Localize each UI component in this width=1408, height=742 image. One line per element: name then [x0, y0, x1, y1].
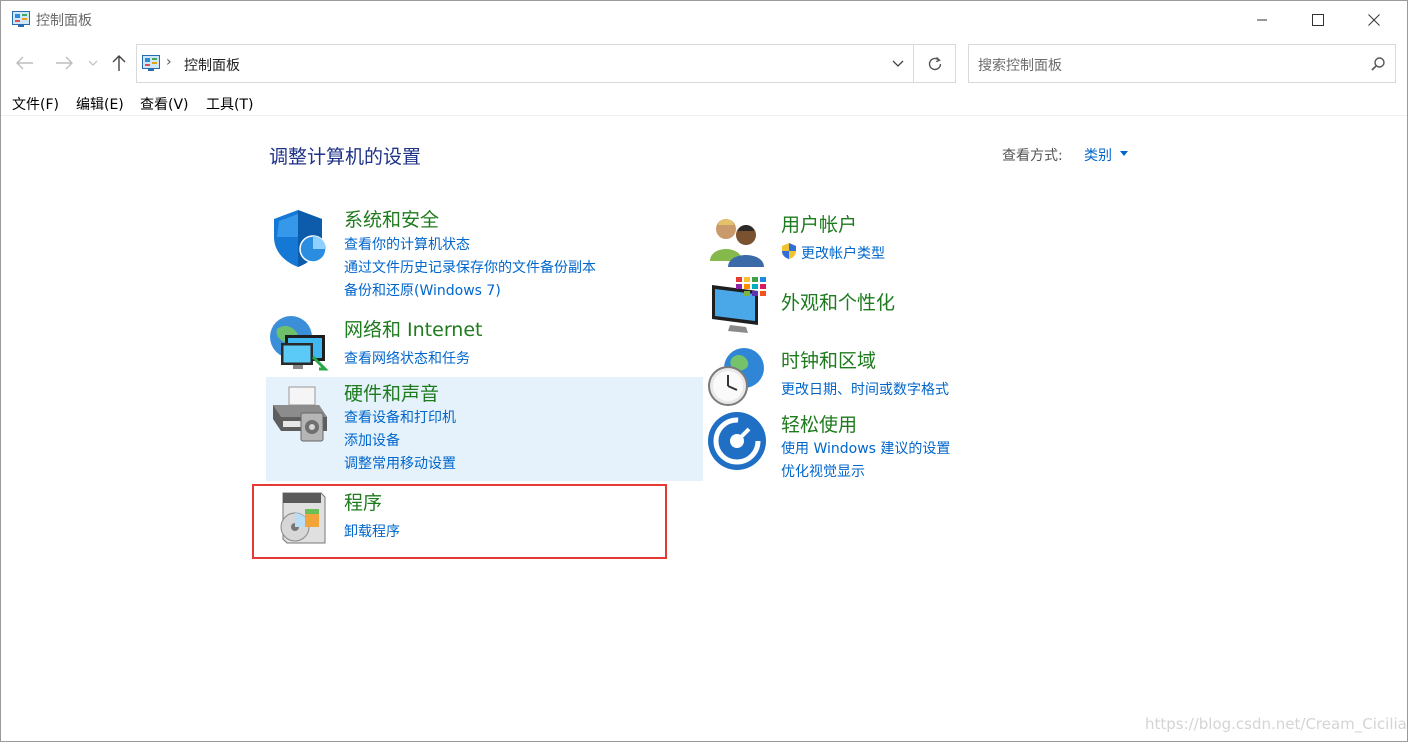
page-title: 调整计算机的设置 [269, 146, 422, 168]
link-change-date-time-format[interactable]: 更改日期、时间或数字格式 [781, 379, 949, 399]
link-network-status[interactable]: 查看网络状态和任务 [344, 348, 470, 368]
arrow-up-icon [112, 55, 126, 71]
ease-of-access-icon[interactable] [706, 410, 768, 472]
window-title: 控制面板 [36, 13, 92, 29]
maximize-icon [1312, 14, 1324, 26]
forward-button[interactable] [52, 51, 76, 75]
close-icon [1368, 14, 1380, 26]
link-view-computer-status[interactable]: 查看你的计算机状态 [344, 234, 470, 254]
control-panel-icon [12, 11, 30, 27]
search-placeholder: 搜索控制面板 [978, 58, 1062, 74]
clock-icon[interactable] [706, 346, 768, 408]
category-ease-of-access[interactable]: 轻松使用 [781, 410, 857, 437]
address-dropdown-button[interactable] [883, 45, 913, 82]
uac-shield-icon [782, 243, 796, 259]
link-mobility-settings[interactable]: 调整常用移动设置 [344, 453, 456, 473]
close-button[interactable] [1351, 1, 1397, 39]
breadcrumb-separator-icon[interactable]: › [166, 54, 172, 70]
printer-icon[interactable] [267, 383, 329, 445]
search-icon[interactable] [1367, 53, 1389, 75]
breadcrumb-control-panel[interactable]: 控制面板 [184, 55, 240, 75]
category-hardware-sound[interactable]: 硬件和声音 [344, 379, 439, 406]
shield-icon[interactable] [267, 207, 329, 269]
refresh-icon [928, 56, 942, 70]
link-change-account-type[interactable]: 更改帐户类型 [801, 243, 885, 263]
address-bar[interactable]: › 控制面板 [136, 44, 956, 83]
chevron-down-icon [892, 60, 904, 67]
recent-locations-button[interactable] [84, 51, 102, 75]
category-user-accounts[interactable]: 用户帐户 [781, 210, 857, 237]
view-by-label: 查看方式: [1002, 148, 1063, 164]
category-clock-region[interactable]: 时钟和区域 [781, 346, 876, 373]
link-devices-printers[interactable]: 查看设备和打印机 [344, 407, 456, 427]
menu-divider [1, 115, 1407, 116]
link-file-history[interactable]: 通过文件历史记录保存你的文件备份副本 [344, 257, 596, 277]
search-input[interactable]: 搜索控制面板 [968, 44, 1396, 83]
chevron-down-icon [88, 60, 98, 66]
caret-down-icon[interactable] [1120, 151, 1128, 156]
refresh-button[interactable] [914, 45, 956, 82]
hardware-category-hover [266, 377, 703, 481]
minimize-icon [1257, 19, 1267, 21]
watermark: https://blog.csdn.net/Cream_Cicilian [1145, 715, 1408, 733]
menu-edit[interactable]: 编辑(E) [76, 94, 124, 114]
category-system-security[interactable]: 系统和安全 [344, 205, 439, 232]
arrow-left-icon [16, 56, 33, 70]
monitor-icon[interactable] [706, 275, 768, 337]
category-appearance-personalization[interactable]: 外观和个性化 [781, 288, 895, 315]
menu-view[interactable]: 查看(V) [140, 94, 189, 114]
minimize-button[interactable] [1239, 1, 1285, 39]
programs-highlight-box [252, 484, 667, 559]
category-network-internet[interactable]: 网络和 Internet [344, 315, 482, 342]
arrow-right-icon [56, 56, 73, 70]
title-bar: 控制面板 [1, 1, 1407, 39]
link-recommended-settings[interactable]: 使用 Windows 建议的设置 [781, 438, 950, 458]
network-icon[interactable] [267, 311, 329, 373]
back-button[interactable] [13, 51, 37, 75]
users-icon[interactable] [706, 211, 768, 273]
maximize-button[interactable] [1295, 1, 1341, 39]
view-by-dropdown[interactable]: 类别 [1084, 145, 1112, 165]
menu-tools[interactable]: 工具(T) [206, 94, 253, 114]
up-button[interactable] [107, 51, 131, 75]
control-panel-window: 控制面板 › 控制面板 搜索控制面板 文件(F) 编辑(E) 查看(V) 工具(… [0, 0, 1408, 742]
link-add-device[interactable]: 添加设备 [344, 430, 400, 450]
link-backup-restore[interactable]: 备份和还原(Windows 7) [344, 280, 501, 300]
control-panel-icon [142, 55, 160, 71]
link-optimize-visual-display[interactable]: 优化视觉显示 [781, 461, 865, 481]
menu-bar: 文件(F) 编辑(E) 查看(V) 工具(T) [1, 91, 1407, 115]
menu-file[interactable]: 文件(F) [12, 94, 59, 114]
